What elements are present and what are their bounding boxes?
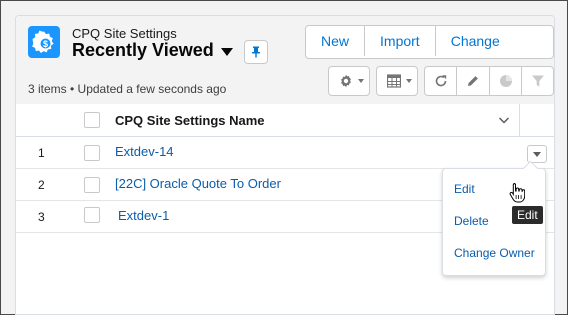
change-owner-button[interactable]: Change Owner — [436, 26, 553, 56]
filter-icon — [531, 75, 544, 87]
row-number: 2 — [38, 178, 45, 192]
row-number: 1 — [38, 146, 45, 160]
hand-cursor-icon — [509, 183, 525, 203]
refresh-button[interactable] — [425, 67, 458, 95]
window-frame: $ CPQ Site Settings Recently Viewed 3 it… — [0, 0, 568, 315]
row-checkbox[interactable] — [84, 145, 100, 161]
object-name: CPQ Site Settings — [72, 26, 177, 41]
chart-icon — [499, 75, 512, 87]
charts-button[interactable] — [490, 67, 522, 95]
record-link[interactable]: Extdev-14 — [115, 144, 174, 159]
column-divider — [519, 104, 520, 136]
list-view-switcher-chevron-icon[interactable] — [221, 48, 233, 56]
row-checkbox[interactable] — [84, 177, 100, 193]
list-view-controls-button[interactable] — [328, 66, 370, 96]
list-actions-button-group: New Import Change Owner — [305, 25, 554, 59]
chevron-down-icon — [533, 152, 541, 157]
settings-gear-dollar-icon: $ — [28, 26, 60, 58]
select-all-checkbox[interactable] — [84, 112, 100, 128]
pin-list-view-button[interactable] — [244, 40, 268, 64]
refresh-icon — [435, 75, 447, 87]
list-view-card: $ CPQ Site Settings Recently Viewed 3 it… — [15, 15, 555, 315]
table-header: CPQ Site Settings Name — [16, 104, 554, 137]
list-tools-button-group — [424, 66, 554, 96]
list-view-title[interactable]: Recently Viewed — [72, 40, 214, 61]
record-link[interactable]: Extdev-1 — [118, 208, 169, 223]
filter-button[interactable] — [522, 67, 553, 95]
table-row: 1 Extdev-14 — [16, 137, 554, 169]
table-icon — [387, 74, 401, 88]
chevron-down-icon — [358, 79, 364, 83]
record-link[interactable]: [22C] Oracle Quote To Order — [115, 176, 281, 191]
menu-item-delete[interactable]: Delete — [454, 214, 489, 228]
svg-text:$: $ — [43, 39, 48, 49]
list-status-text: 3 items • Updated a few seconds ago — [28, 82, 227, 96]
edit-list-button[interactable] — [457, 67, 490, 95]
gear-icon — [341, 74, 351, 88]
column-header-name[interactable]: CPQ Site Settings Name — [115, 113, 265, 128]
chevron-down-icon[interactable] — [498, 114, 510, 126]
list-view-header: $ CPQ Site Settings Recently Viewed 3 it… — [16, 16, 554, 105]
display-as-button[interactable] — [376, 66, 418, 96]
chevron-down-icon — [406, 79, 412, 83]
import-button[interactable]: Import — [365, 26, 436, 56]
new-button[interactable]: New — [306, 26, 366, 56]
tooltip: Edit — [512, 206, 543, 224]
row-checkbox[interactable] — [84, 207, 100, 223]
edit-pencil-icon — [468, 76, 479, 86]
row-number: 3 — [38, 210, 45, 224]
menu-item-change-owner[interactable]: Change Owner — [454, 246, 535, 260]
pin-icon — [252, 46, 260, 58]
menu-item-edit[interactable]: Edit — [454, 182, 475, 196]
